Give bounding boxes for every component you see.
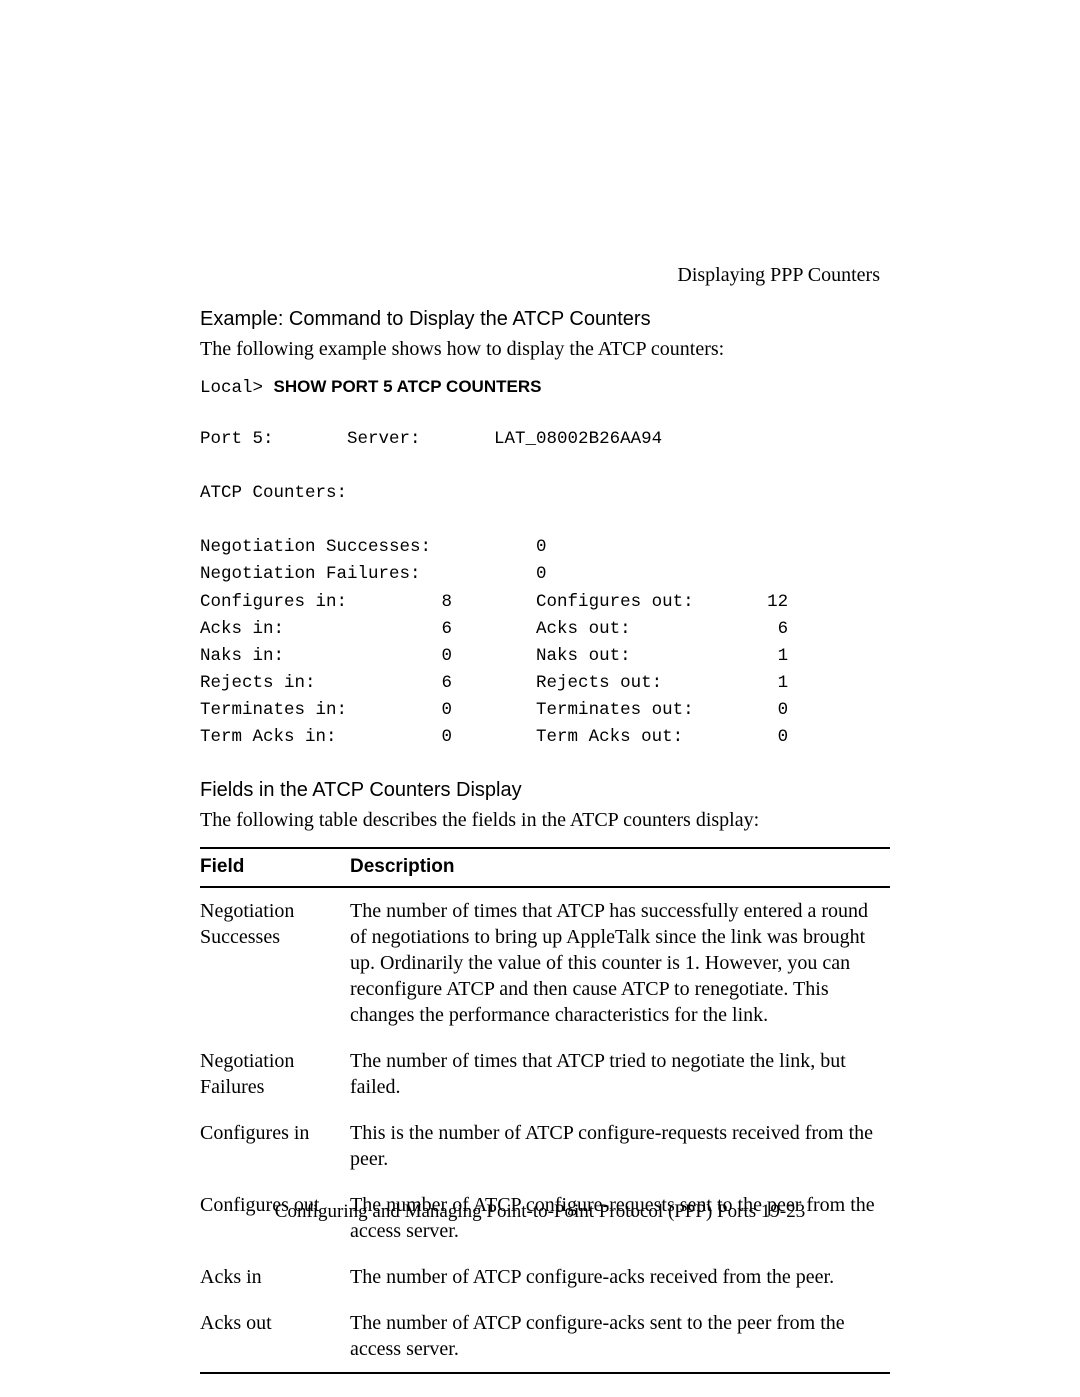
- prompt: Local>: [200, 378, 274, 398]
- field-name-cell: Configures in: [200, 1110, 350, 1182]
- field-desc-cell: The number of times that ATCP has succes…: [350, 887, 890, 1038]
- table-row: Negotiation FailuresThe number of times …: [200, 1038, 890, 1110]
- col-header-description: Description: [350, 848, 890, 887]
- field-desc-cell: The number of ATCP configure-acks receiv…: [350, 1254, 890, 1300]
- table-row: Negotiation SuccessesThe number of times…: [200, 887, 890, 1038]
- field-name-cell: Acks in: [200, 1254, 350, 1300]
- page: Displaying PPP Counters Example: Command…: [0, 0, 1080, 1397]
- fields-table: Field Description Negotiation SuccessesT…: [200, 847, 890, 1374]
- field-name-cell: Acks out: [200, 1300, 350, 1373]
- example-intro: The following example shows how to displ…: [200, 336, 890, 362]
- command-line: Local> SHOW PORT 5 ATCP COUNTERS: [200, 376, 890, 400]
- field-desc-cell: The number of times that ATCP tried to n…: [350, 1038, 890, 1110]
- page-footer: Configuring and Managing Point-to-Point …: [0, 1200, 1080, 1225]
- example-heading: Example: Command to Display the ATCP Cou…: [200, 306, 890, 332]
- field-name-cell: Negotiation Successes: [200, 887, 350, 1038]
- fields-intro: The following table describes the fields…: [200, 807, 890, 833]
- table-row: Acks outThe number of ATCP configure-ack…: [200, 1300, 890, 1373]
- running-header: Displaying PPP Counters: [677, 262, 880, 288]
- fields-heading: Fields in the ATCP Counters Display: [200, 777, 890, 803]
- table-row: Configures inThis is the number of ATCP …: [200, 1110, 890, 1182]
- field-desc-cell: This is the number of ATCP configure-req…: [350, 1110, 890, 1182]
- terminal-output: Port 5: Server: LAT_08002B26AA94 ATCP Co…: [200, 426, 890, 752]
- col-header-field: Field: [200, 848, 350, 887]
- field-name-cell: Negotiation Failures: [200, 1038, 350, 1110]
- field-desc-cell: The number of ATCP configure-acks sent t…: [350, 1300, 890, 1373]
- table-row: Acks inThe number of ATCP configure-acks…: [200, 1254, 890, 1300]
- command-text: SHOW PORT 5 ATCP COUNTERS: [274, 377, 542, 396]
